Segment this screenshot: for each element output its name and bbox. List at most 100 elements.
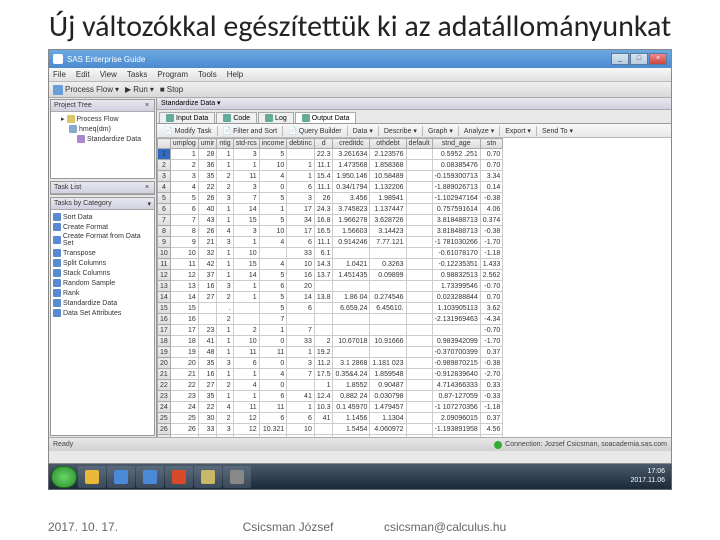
cell[interactable]: -2.131969463 xyxy=(432,314,480,325)
cell[interactable]: 2 xyxy=(170,160,198,171)
row-number[interactable]: 27 xyxy=(158,435,171,438)
cell[interactable] xyxy=(406,215,432,226)
cell[interactable]: 5 xyxy=(259,292,287,303)
cell[interactable]: 5 xyxy=(259,149,287,160)
cell[interactable]: 1.433 xyxy=(480,259,503,270)
cell[interactable] xyxy=(406,281,432,292)
toolbar-item[interactable]: Export ▾ xyxy=(502,127,534,135)
toolbar-item[interactable]: 📄 Filter and Sort xyxy=(220,127,281,135)
cell[interactable] xyxy=(314,303,333,314)
cell[interactable]: 9 xyxy=(170,237,198,248)
cell[interactable]: 32 xyxy=(198,248,217,259)
cell[interactable]: 6 xyxy=(287,182,315,193)
cell[interactable]: 1.370291 xyxy=(333,435,370,438)
cell[interactable]: 17 xyxy=(287,226,315,237)
row-number[interactable]: 22 xyxy=(158,380,171,391)
cell[interactable] xyxy=(406,226,432,237)
cell[interactable]: 26 xyxy=(198,226,217,237)
table-row[interactable]: 19194811111119.2-0.3707003990.37 xyxy=(158,347,503,358)
cell[interactable]: 1 xyxy=(217,325,233,336)
cell[interactable]: 1 xyxy=(287,347,315,358)
cell[interactable]: 4.06 xyxy=(480,204,503,215)
cell[interactable]: 15 xyxy=(233,259,259,270)
menu-view[interactable]: View xyxy=(100,70,117,79)
cell[interactable]: 6.1 xyxy=(314,248,333,259)
cell[interactable]: 5 xyxy=(170,193,198,204)
cell[interactable]: 42 xyxy=(198,259,217,270)
cell[interactable] xyxy=(406,149,432,160)
cell[interactable]: -1.18 xyxy=(480,402,503,413)
cell[interactable]: 10 xyxy=(287,424,315,435)
cell[interactable]: -1.889026713 xyxy=(432,182,480,193)
taskbar-app[interactable] xyxy=(107,466,135,488)
cell[interactable]: 3 xyxy=(233,149,259,160)
cell[interactable]: 1.451435 xyxy=(333,270,370,281)
toolbar-item[interactable]: Data ▾ xyxy=(350,127,376,135)
row-number[interactable]: 1 xyxy=(158,149,171,160)
cell[interactable] xyxy=(233,314,259,325)
table-row[interactable]: 131316316201.73399546-0.70 xyxy=(158,281,503,292)
cell[interactable]: 3.818488713 xyxy=(432,226,480,237)
cell[interactable]: 2 xyxy=(217,292,233,303)
cell[interactable]: 1 xyxy=(217,336,233,347)
cell[interactable]: 20 xyxy=(287,281,315,292)
cell[interactable]: 1 xyxy=(217,215,233,226)
cell[interactable]: 1.479457 xyxy=(370,402,406,413)
row-number[interactable]: 17 xyxy=(158,325,171,336)
cell[interactable] xyxy=(406,358,432,369)
cell[interactable]: 10 xyxy=(259,160,287,171)
cell[interactable] xyxy=(233,303,259,314)
cell[interactable]: 3.1 2868 xyxy=(333,358,370,369)
cell[interactable]: 3.62 xyxy=(480,303,503,314)
cell[interactable]: 19.2 xyxy=(314,347,333,358)
cell[interactable]: 27 xyxy=(170,435,198,438)
row-number[interactable]: 14 xyxy=(158,292,171,303)
menu-help[interactable]: Help xyxy=(227,70,243,79)
cell[interactable]: 0.374 xyxy=(480,215,503,226)
cell[interactable]: 12 xyxy=(233,413,259,424)
table-row[interactable]: 55263753263.4561.98941-1.102947164-0.38 xyxy=(158,193,503,204)
cell[interactable]: 11.1 xyxy=(314,237,333,248)
tree-item[interactable]: Standardize Data xyxy=(53,134,152,144)
cell[interactable]: 1.1304 xyxy=(370,413,406,424)
table-row[interactable]: 26263331210.321101.54544.060972-1.193891… xyxy=(158,424,503,435)
row-number[interactable]: 11 xyxy=(158,259,171,270)
cell[interactable]: 25 xyxy=(170,413,198,424)
cell[interactable] xyxy=(406,237,432,248)
cell[interactable]: 13.7 xyxy=(314,270,333,281)
cell[interactable]: 2 xyxy=(217,380,233,391)
column-header[interactable]: umplog xyxy=(170,139,198,149)
column-header[interactable]: debtinc xyxy=(287,139,315,149)
cell[interactable]: 33 xyxy=(287,336,315,347)
cell[interactable]: 0.70 xyxy=(480,292,503,303)
column-header[interactable]: std-rcs xyxy=(233,139,259,149)
cell[interactable] xyxy=(370,325,406,336)
cell[interactable]: 4.060972 xyxy=(370,424,406,435)
cell[interactable]: 3.818488713 xyxy=(432,215,480,226)
cell[interactable]: 0.33 xyxy=(480,380,503,391)
table-row[interactable]: 2727401143351.3702910.8057443.859810814-… xyxy=(158,435,503,438)
cell[interactable]: 3 xyxy=(217,358,233,369)
cell[interactable]: 0.030798 xyxy=(370,391,406,402)
cell[interactable]: 40 xyxy=(198,204,217,215)
table-row[interactable]: 25253021266411.14561.13042.090960150.37 xyxy=(158,413,503,424)
row-number[interactable]: 3 xyxy=(158,171,171,182)
cell[interactable]: -0.70 xyxy=(480,281,503,292)
doc-tab[interactable]: Log xyxy=(258,112,294,123)
cell[interactable]: 0.757591614 xyxy=(432,204,480,215)
cell[interactable]: 12 xyxy=(170,270,198,281)
cell[interactable]: -0.370700399 xyxy=(432,347,480,358)
cell[interactable]: 23 xyxy=(170,391,198,402)
cell[interactable]: 30 xyxy=(198,413,217,424)
cell[interactable] xyxy=(259,248,287,259)
cell[interactable]: 0.09899 xyxy=(370,270,406,281)
cell[interactable]: 3.14423 xyxy=(370,226,406,237)
cell[interactable]: 1 xyxy=(314,380,333,391)
cell[interactable]: 15 xyxy=(233,215,259,226)
cell[interactable]: 2.562 xyxy=(480,270,503,281)
cell[interactable] xyxy=(314,314,333,325)
cell[interactable]: 1 xyxy=(287,171,315,182)
row-number[interactable]: 20 xyxy=(158,358,171,369)
cell[interactable]: 3.859810814 xyxy=(432,435,480,438)
cell[interactable]: 14 xyxy=(170,292,198,303)
